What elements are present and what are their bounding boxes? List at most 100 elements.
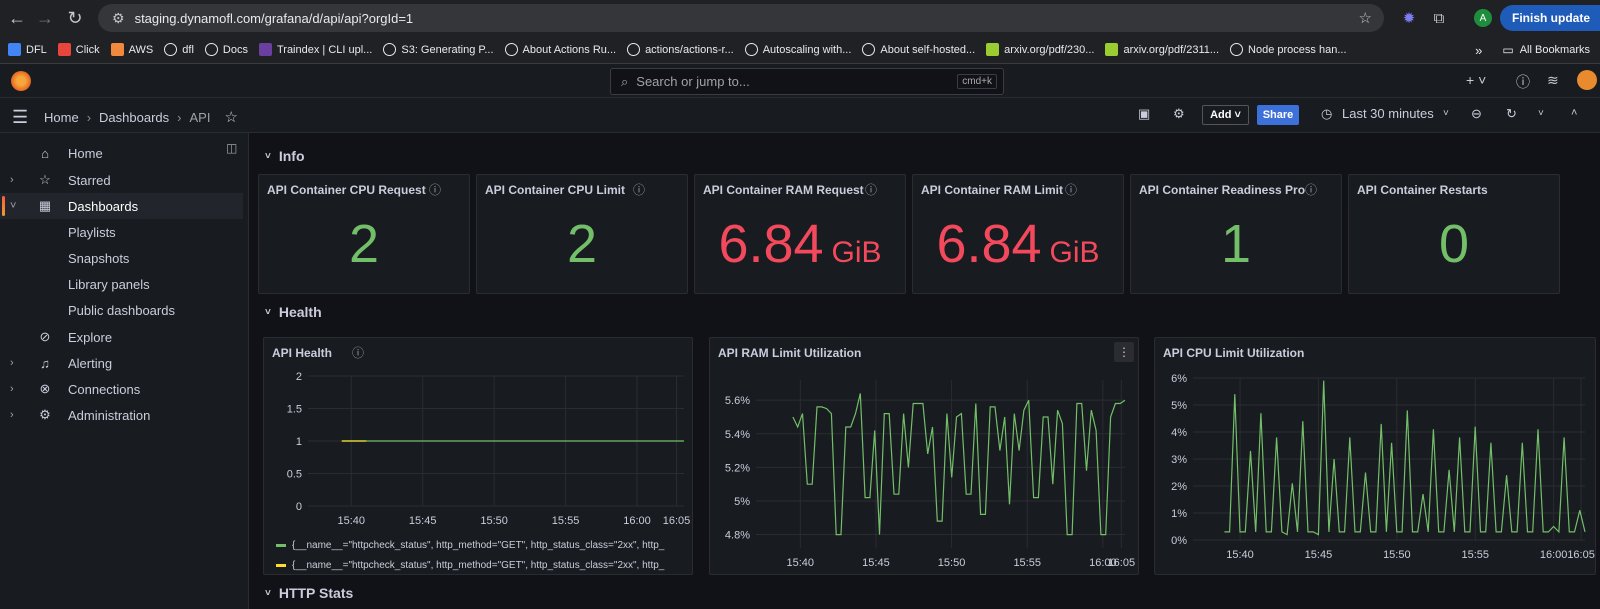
- bookmark-item[interactable]: DFL: [8, 43, 47, 56]
- back-icon[interactable]: ←: [2, 3, 32, 33]
- refresh-icon[interactable]: ↻: [1506, 106, 1517, 122]
- panel-title: API Container Readiness Pro: [1139, 183, 1306, 197]
- bookmark-star-icon[interactable]: ☆: [1359, 9, 1372, 27]
- zoom-out-icon[interactable]: ⊖: [1471, 106, 1482, 122]
- user-avatar[interactable]: [1577, 70, 1597, 90]
- chevron-down-icon: ˅: [265, 587, 271, 599]
- sidebar-item-library-panels[interactable]: Library panels: [0, 271, 243, 297]
- bookmark-item[interactable]: actions/actions-r...: [627, 43, 734, 56]
- add-button[interactable]: Add ˅: [1202, 105, 1249, 125]
- chevron-down-icon[interactable]: ˅: [10, 200, 16, 212]
- bookmarks-overflow-icon[interactable]: »: [1475, 43, 1482, 58]
- sidebar-item-public-dashboards[interactable]: Public dashboards: [0, 297, 243, 323]
- time-range-picker[interactable]: Last 30 minutes: [1342, 106, 1434, 121]
- extension-icon[interactable]: ✹: [1398, 7, 1420, 29]
- info-icon[interactable]: ⓘ: [633, 181, 645, 198]
- chevron-down-icon[interactable]: ˅: [1443, 108, 1449, 119]
- row-http-stats[interactable]: ˅ HTTP Stats: [265, 585, 353, 601]
- sidebar-item-starred[interactable]: › ☆ Starred: [0, 167, 243, 193]
- site-settings-icon[interactable]: ⚙: [112, 10, 125, 27]
- panel-api-health[interactable]: API Health ⓘ 0 0.5 1 1.5 2 15:40 15:45 15:50 15:…: [263, 337, 693, 575]
- sidebar-item-alerting[interactable]: › ♫ Alerting: [0, 350, 243, 376]
- grafana-logo-icon[interactable]: [11, 71, 31, 91]
- panel-ram-utilization[interactable]: API RAM Limit Utilization ⋮ 4.8% 5% 5.2% 5.…: [709, 337, 1139, 575]
- save-icon[interactable]: ▣: [1138, 106, 1150, 122]
- profile-avatar[interactable]: A: [1474, 9, 1492, 27]
- stat-panel[interactable]: API Container Restarts 0: [1348, 174, 1560, 294]
- chevron-right-icon[interactable]: ›: [10, 409, 14, 421]
- y-tick-label: 2%: [1171, 481, 1187, 493]
- finish-update-button[interactable]: Finish update: [1500, 5, 1600, 31]
- legend-swatch: [276, 564, 286, 567]
- legend-item[interactable]: {__name__="httpcheck_status", http_metho…: [276, 540, 686, 551]
- bookmark-item[interactable]: Traindex | CLI upl...: [258, 43, 372, 56]
- stat-value: 2: [477, 213, 687, 275]
- breadcrumb-dashboards[interactable]: Dashboards: [99, 110, 169, 125]
- info-icon[interactable]: ⓘ: [865, 181, 877, 198]
- bookmark-item[interactable]: About Actions Ru...: [504, 43, 616, 56]
- github-icon: [744, 43, 758, 56]
- stat-number: 2: [348, 214, 380, 274]
- panel-menu-icon[interactable]: ⋮: [1114, 342, 1134, 362]
- bookmark-item[interactable]: Docs: [204, 43, 248, 56]
- settings-icon[interactable]: ⚙: [1173, 106, 1185, 122]
- x-tick-label: 15:50: [1383, 549, 1411, 561]
- connections-icon: ⊗: [39, 381, 51, 396]
- rss-icon[interactable]: ≋: [1547, 72, 1559, 89]
- collapse-chevron-up-icon[interactable]: ˄: [1571, 107, 1577, 119]
- bookmark-item[interactable]: About self-hosted...: [862, 43, 975, 56]
- sidebar-item-dashboards[interactable]: ˅ ▦ Dashboards: [0, 193, 243, 219]
- breadcrumb-home[interactable]: Home: [44, 110, 79, 125]
- stat-panel[interactable]: API Container CPU Request ⓘ 2: [258, 174, 470, 294]
- bookmark-item[interactable]: Click: [57, 43, 100, 56]
- stat-panel[interactable]: API Container CPU Limit ⓘ 2: [476, 174, 688, 294]
- info-icon[interactable]: ⓘ: [1065, 181, 1077, 198]
- stat-panel[interactable]: API Container RAM Request ⓘ 6.84 GiB: [694, 174, 906, 294]
- help-icon[interactable]: ⓘ: [1516, 72, 1530, 92]
- sidebar-item-explore[interactable]: ⊘ Explore: [0, 324, 243, 350]
- stat-panel[interactable]: API Container RAM Limit ⓘ 6.84 GiB: [912, 174, 1124, 294]
- legend-item[interactable]: {__name__="httpcheck_status", http_metho…: [276, 560, 686, 571]
- sidebar-item-home[interactable]: ⌂ Home: [0, 140, 243, 166]
- notion-icon: [204, 43, 218, 56]
- sidebar-item-connections[interactable]: › ⊗ Connections: [0, 376, 243, 402]
- info-icon[interactable]: ⓘ: [429, 181, 441, 198]
- bookmark-item[interactable]: Autoscaling with...: [744, 43, 851, 56]
- panel-title: API Container RAM Limit: [921, 183, 1064, 197]
- info-icon[interactable]: ⓘ: [1305, 181, 1317, 198]
- clickup-icon: [57, 43, 71, 56]
- row-info[interactable]: ˅ Info: [265, 148, 305, 164]
- grafana-topbar: ⌕ Search or jump to... cmd+k + ˅ ⓘ ≋: [0, 64, 1600, 98]
- info-icon[interactable]: ⓘ: [352, 344, 364, 361]
- bookmark-item[interactable]: AWS: [110, 43, 153, 56]
- share-button[interactable]: Share: [1257, 105, 1299, 125]
- row-health[interactable]: ˅ Health: [265, 304, 322, 320]
- x-tick-label: 15:55: [1461, 549, 1489, 561]
- sidebar-item-snapshots[interactable]: Snapshots: [0, 245, 243, 271]
- sidebar-item-administration[interactable]: › ⚙ Administration: [0, 402, 243, 428]
- sidebar-item-playlists[interactable]: Playlists: [0, 219, 243, 245]
- panel-cpu-utilization[interactable]: API CPU Limit Utilization 0% 1% 2% 3% 4% 5% 6%…: [1154, 337, 1596, 575]
- plus-icon[interactable]: + ˅: [1466, 72, 1486, 88]
- address-bar[interactable]: ⚙ staging.dynamofl.com/grafana/d/api/api…: [98, 4, 1384, 32]
- chevron-right-icon[interactable]: ›: [10, 174, 14, 186]
- all-bookmarks[interactable]: All Bookmarks: [1520, 44, 1590, 56]
- bookmark-item[interactable]: arxiv.org/pdf/2311...: [1105, 43, 1219, 56]
- puzzle-icon[interactable]: ⧉: [1428, 7, 1450, 29]
- search-input[interactable]: ⌕ Search or jump to... cmd+k: [610, 68, 1004, 95]
- forward-icon[interactable]: →: [30, 3, 60, 33]
- star-dashboard-icon[interactable]: ☆: [224, 108, 237, 126]
- menu-icon[interactable]: ☰: [12, 107, 28, 128]
- github-icon: [1230, 43, 1244, 56]
- sidebar-item-label: Library panels: [68, 276, 150, 292]
- bookmark-item[interactable]: Node process han...: [1230, 43, 1347, 56]
- bookmark-item[interactable]: S3: Generating P...: [383, 43, 494, 56]
- chevron-right-icon[interactable]: ›: [10, 383, 14, 395]
- traindex-icon: [258, 43, 272, 56]
- reload-icon[interactable]: ↻: [60, 3, 90, 33]
- refresh-interval-chevron-icon[interactable]: ˅: [1538, 108, 1544, 119]
- bookmark-item[interactable]: arxiv.org/pdf/230...: [986, 43, 1094, 56]
- chevron-right-icon[interactable]: ›: [10, 357, 14, 369]
- stat-panel[interactable]: API Container Readiness Pro ⓘ 1: [1130, 174, 1342, 294]
- bookmark-item[interactable]: dfl: [164, 43, 194, 56]
